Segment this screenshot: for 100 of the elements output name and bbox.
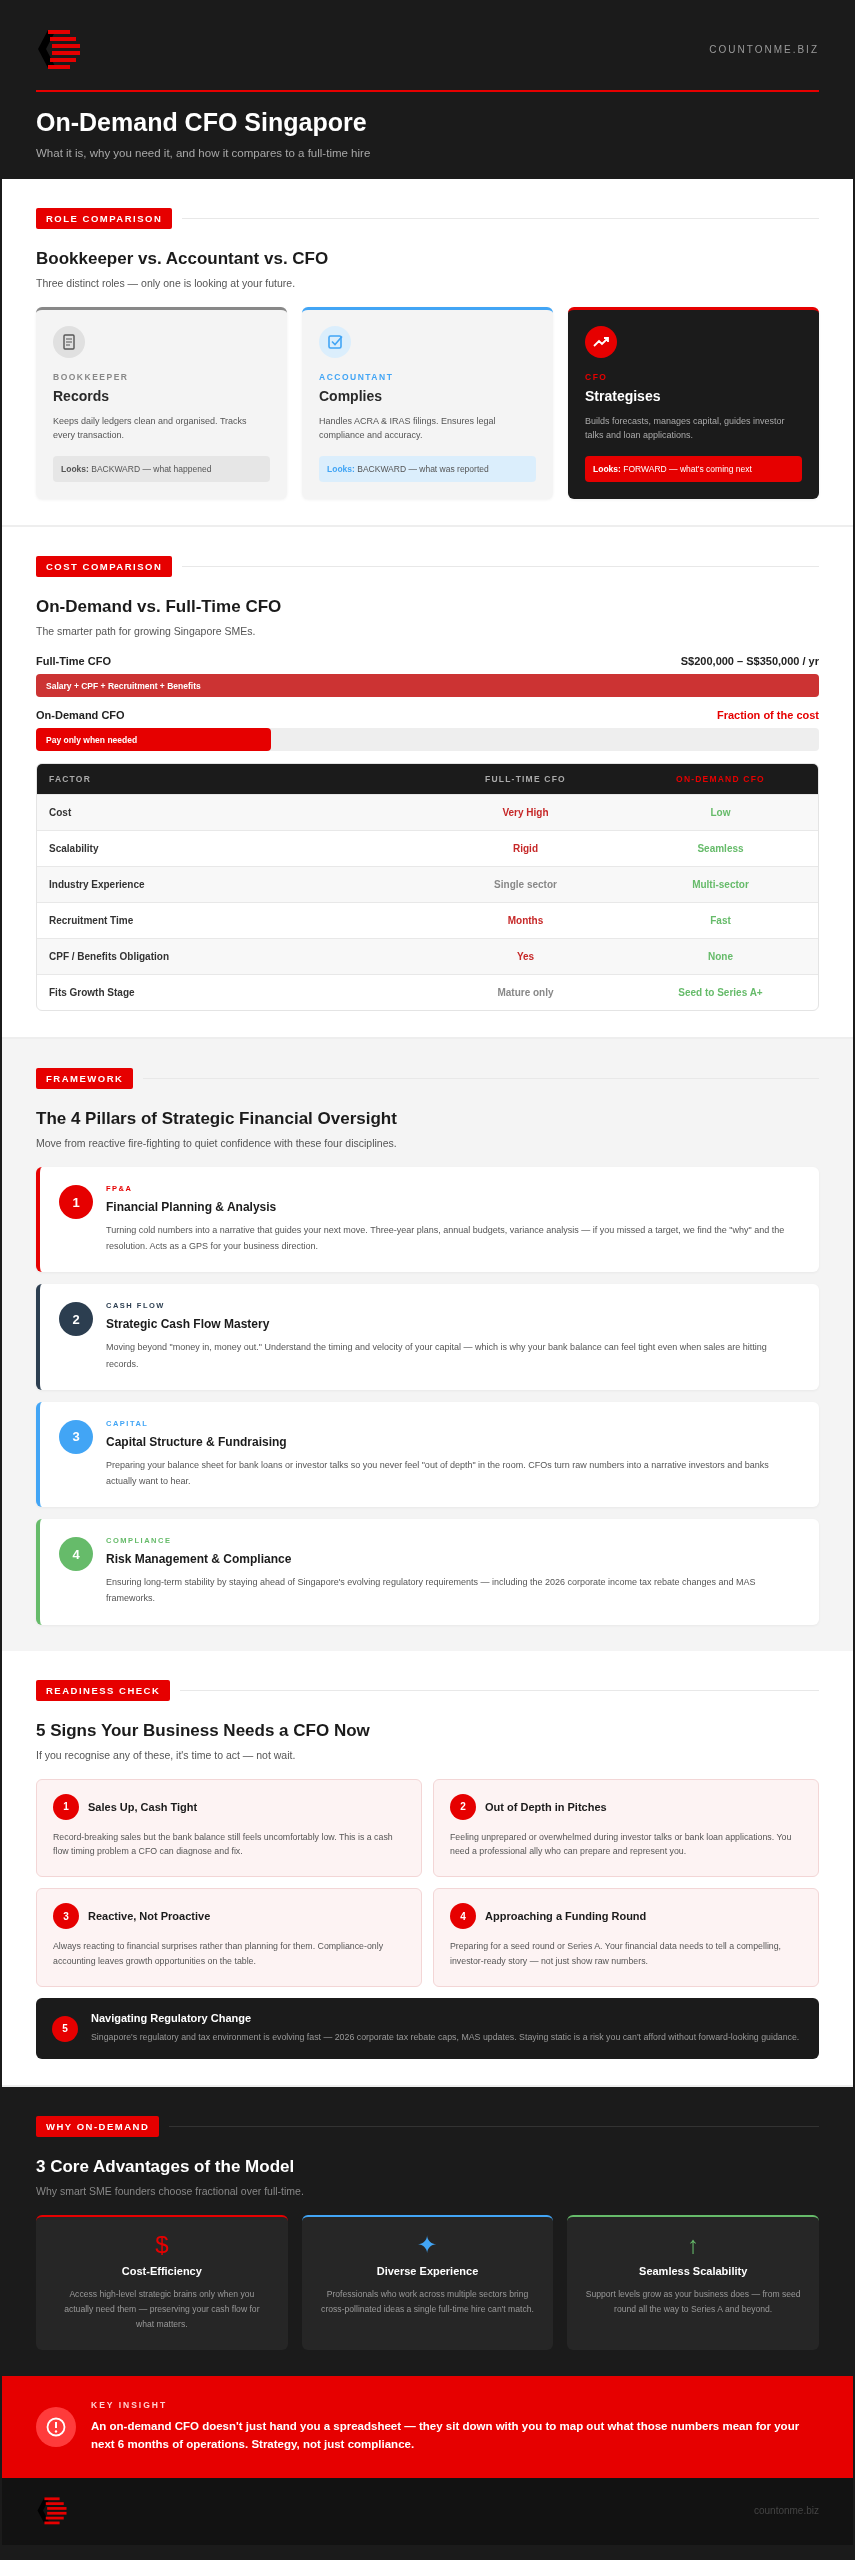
cost-bar: Pay only when needed xyxy=(36,728,271,751)
advantage-title: Cost-Efficiency xyxy=(120,2265,203,2278)
sign-title: Reactive, Not Proactive xyxy=(88,1910,211,1923)
role-description: Builds forecasts, manages capital, guides investor talks and loan applications. xyxy=(585,415,786,443)
number-badge: 5 xyxy=(52,2015,78,2042)
section-badge: WHY ON-DEMAND xyxy=(36,2116,160,2138)
insight-text: An on-demand CFO doesn't just hand you a spreadsheet — they sit down with you to map out what those numbers mean for your next 6 months of operations. Strategy, not just compliance. xyxy=(91,2419,801,2453)
table-cell-text: Yes xyxy=(515,950,536,964)
column-header: FULL-TIME CFO xyxy=(484,774,567,784)
sign-description: Preparing for a seed round or Series A. Your financial data needs to tell a compelling, investor-ready story — not just show raw numbers. xyxy=(450,1940,783,1969)
advantage-description: Professionals who work across multiple sectors bring cross-pollinated ideas a single full-time hire can't match. xyxy=(320,2288,535,2317)
number-badge: 1 xyxy=(53,1793,79,1820)
table-cell-text: Cost xyxy=(48,806,73,820)
section-title: The 4 Pillars of Strategic Financial Oversight xyxy=(36,1109,398,1129)
table-cell-text: Industry Experience xyxy=(48,878,146,892)
page-subtitle: What it is, why you need it, and how it compares to a full-time hire xyxy=(36,147,372,159)
pillar-description: Preparing your balance sheet for bank loans or investor talks so you never feel "out of depth" in the room. CFOs turn raw numbers into a narrative investors and banks actually want to hear. xyxy=(106,1458,770,1488)
number-badge: 4 xyxy=(59,1537,93,1572)
site-name: COUNTONME.BIZ xyxy=(709,43,819,55)
looks-tag: Looks: BACKWARD — what happened xyxy=(53,456,270,482)
page-title: On-Demand CFO Singapore xyxy=(36,108,368,137)
insight-label: KEY INSIGHT xyxy=(91,2400,169,2411)
sign-title: Navigating Regulatory Change xyxy=(91,2012,253,2025)
section-subtitle: Three distinct roles — only one is looking at your future. xyxy=(36,277,297,289)
table-cell-text: Single sector xyxy=(493,878,558,892)
table-cell-text: CPF / Benefits Obligation xyxy=(48,950,170,964)
table-cell-text: Seed to Series A+ xyxy=(677,986,764,1000)
advantage-description: Access high-level strategic brains only when you actually need them — preserving your cash flow for what matters. xyxy=(63,2288,261,2332)
sign-description: Always reacting to financial surprises rather than planning for them. Compliance-only accounting leaves growth opportunities on the table. xyxy=(53,1940,385,1969)
pillar-title: Capital Structure & Fundraising xyxy=(106,1434,288,1449)
table-cell-text: Recruitment Time xyxy=(48,914,135,928)
number-badge: 1 xyxy=(59,1185,93,1219)
column-header: ON-DEMAND CFO xyxy=(675,774,766,784)
section-badge: ROLE COMPARISON xyxy=(36,208,173,229)
pillar-title: Strategic Cash Flow Mastery xyxy=(106,1317,271,1332)
sign-description: Record-breaking sales but the bank balance still feels uncomfortably low. This is a cash flow timing problem a CFO can diagnose and fix. xyxy=(53,1830,394,1859)
number-badge: 4 xyxy=(450,1903,476,1930)
advantage-description: Support levels grow as your business does — from seed round all the way to Series A and beyond. xyxy=(585,2288,801,2317)
advantage-title: Seamless Scalability xyxy=(638,2265,749,2278)
alert-icon xyxy=(36,2407,76,2448)
number-badge: 2 xyxy=(450,1793,476,1820)
sign-description: Feeling unprepared or overwhelmed during investor talks or bank loan applications. You need a professional ally who can prepare and represent you. xyxy=(450,1830,793,1859)
trend-up-icon xyxy=(585,326,617,358)
advantage-title: Diverse Experience xyxy=(375,2265,480,2278)
role-title: Complies xyxy=(319,388,383,404)
number-badge: 3 xyxy=(59,1419,93,1454)
role-label: BOOKKEEPER xyxy=(53,372,130,382)
sign-title: Out of Depth in Pitches xyxy=(485,1800,607,1813)
bar-value: Fraction of the cost xyxy=(716,709,819,721)
role-label: CFO xyxy=(585,372,609,382)
sign-description: Singapore's regulatory and tax environment is evolving fast — 2026 corporate tax rebate caps, MAS updates. Staying static is a risk you can't afford without forward-looking guidance. xyxy=(91,2031,800,2045)
advantage-symbol: ↑ xyxy=(687,2233,700,2258)
pillar-description: Ensuring long-term stability by staying ahead of Singapore's evolving regulatory requirements — including the 2026 corporate income tax rebate changes and MAS frameworks. xyxy=(106,1576,757,1606)
number-badge: 2 xyxy=(59,1302,93,1337)
table-cell-text: Scalability xyxy=(48,842,100,856)
column-header: FACTOR xyxy=(48,774,92,784)
section-subtitle: Why smart SME founders choose fractional over full-time. xyxy=(36,2185,305,2198)
table-cell-text: Multi-sector xyxy=(691,878,750,892)
advantage-symbol: $ xyxy=(155,2233,169,2258)
table-cell-text: Very High xyxy=(501,806,550,820)
table-cell-text: Fast xyxy=(709,914,732,928)
table-cell-text: None xyxy=(707,950,734,964)
document-icon xyxy=(53,326,85,358)
sign-title: Sales Up, Cash Tight xyxy=(88,1800,198,1813)
looks-tag: Looks: BACKWARD — what was reported xyxy=(319,456,536,482)
table-cell-text: Rigid xyxy=(512,842,539,856)
section-badge: READINESS CHECK xyxy=(36,1679,171,1701)
section-title: 5 Signs Your Business Needs a CFO Now xyxy=(36,1720,371,1741)
role-label: ACCOUNTANT xyxy=(319,372,395,382)
table-cell-text: Low xyxy=(709,806,732,820)
role-description: Handles ACRA & IRAS filings. Ensures legal compliance and accuracy. xyxy=(319,415,497,443)
pillar-description: Turning cold numbers into a narrative that guides your next move. Three-year plans, annual budgets, variance analysis — if you missed a target, we find the "why" and the resolution. Acts as a GPS for your business direction. xyxy=(106,1224,786,1254)
pillar-description: Moving beyond "money in, money out." Understand the timing and velocity of your capital — which is why your bank balance can feel tight even when sales are hitting records. xyxy=(106,1341,768,1371)
section-title: Bookkeeper vs. Accountant vs. CFO xyxy=(36,249,330,269)
bar-value: S$200,000 – S$350,000 / yr xyxy=(680,655,819,667)
section-title: On-Demand vs. Full-Time CFO xyxy=(36,597,283,617)
role-title: Strategises xyxy=(585,388,662,404)
section-badge: COST COMPARISON xyxy=(36,556,173,577)
table-cell-text: Fits Growth Stage xyxy=(48,986,136,1000)
logo-icon xyxy=(36,2496,68,2525)
bar-label: Full-Time CFO xyxy=(36,655,111,667)
checkbox-icon xyxy=(319,326,351,358)
looks-tag: Looks: FORWARD — what's coming next xyxy=(585,456,802,482)
section-subtitle: Move from reactive fire-fighting to quiet confidence with these four disciplines. xyxy=(36,1137,398,1149)
bar-label: On-Demand CFO xyxy=(36,709,125,721)
role-description: Keeps daily ledgers clean and organised. Tracks every transaction. xyxy=(53,415,248,443)
number-badge: 3 xyxy=(53,1903,79,1930)
pillar-title: Risk Management & Compliance xyxy=(106,1552,293,1567)
advantage-symbol: ✦ xyxy=(417,2233,438,2258)
table-cell-text: Mature only xyxy=(496,986,555,1000)
table-cell-text: Months xyxy=(506,914,545,928)
section-subtitle: If you recognise any of these, it's time to act — not wait. xyxy=(36,1748,297,1761)
section-title: 3 Core Advantages of the Model xyxy=(36,2157,296,2178)
section-subtitle: The smarter path for growing Singapore SMEs. xyxy=(36,625,257,637)
table-cell-text: Seamless xyxy=(696,842,745,856)
role-title: Records xyxy=(53,388,111,404)
pillar-title: Financial Planning & Analysis xyxy=(106,1200,278,1214)
section-badge: FRAMEWORK xyxy=(36,1068,134,1089)
cost-bar: Salary + CPF + Recruitment + Benefits xyxy=(36,674,819,697)
logo-icon xyxy=(36,28,82,70)
